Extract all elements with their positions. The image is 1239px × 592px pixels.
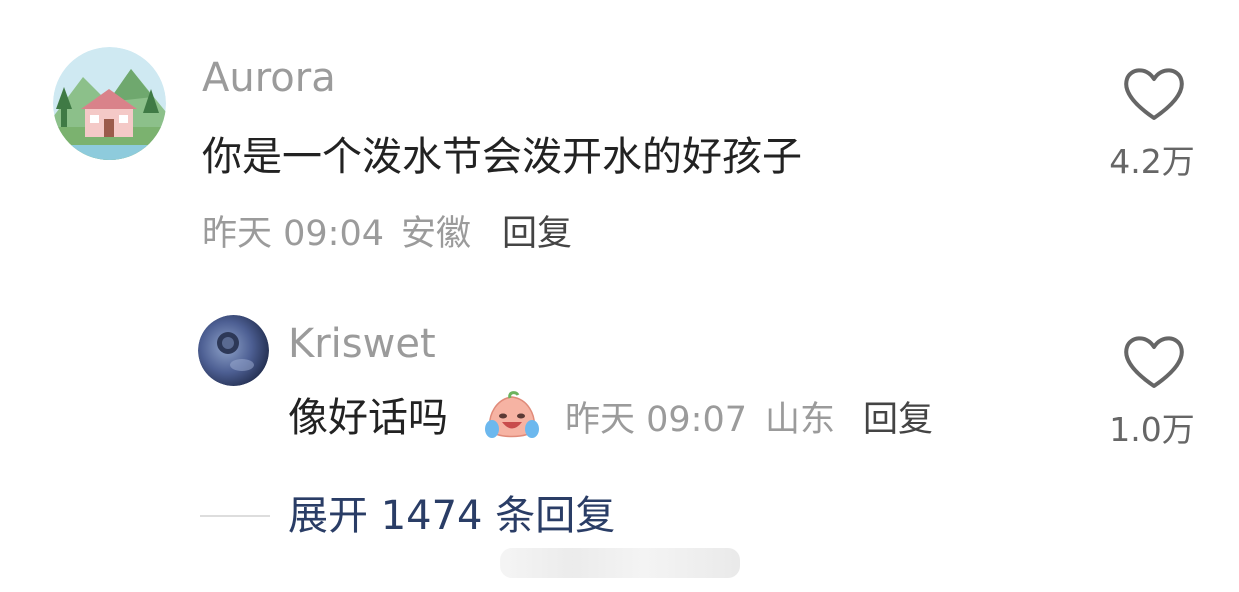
comment-time: 昨天 09:04: [202, 214, 384, 254]
avatar[interactable]: [53, 47, 166, 160]
like-button[interactable]: [1121, 331, 1187, 391]
comment-username[interactable]: Aurora: [202, 58, 336, 98]
crying-laughing-peach-emoji-icon: [484, 391, 540, 443]
like-button[interactable]: [1121, 63, 1187, 123]
comment-text: 你是一个泼水节会泼开水的好孩子: [202, 134, 802, 180]
reply-username[interactable]: Kriswet: [288, 324, 436, 364]
reply-text: 像好话吗: [288, 395, 448, 441]
blueberry-avatar-icon: [198, 315, 269, 386]
like-count: 1.0万: [1109, 410, 1195, 449]
divider-line: [200, 515, 270, 517]
heart-icon: [1124, 336, 1184, 388]
like-count: 4.2万: [1109, 142, 1195, 181]
heart-icon: [1124, 68, 1184, 120]
avatar[interactable]: [198, 315, 269, 386]
reply-button[interactable]: 回复: [502, 217, 572, 252]
reply-time: 昨天 09:07: [565, 400, 747, 440]
comment-location: 安徽: [401, 214, 472, 254]
watermark: [500, 548, 740, 578]
expand-replies-link[interactable]: 展开 1474 条回复: [288, 496, 615, 536]
cottage-landscape-avatar-icon: [53, 47, 166, 160]
reply-button[interactable]: 回复: [863, 403, 933, 438]
reply-location: 山东: [765, 400, 836, 440]
